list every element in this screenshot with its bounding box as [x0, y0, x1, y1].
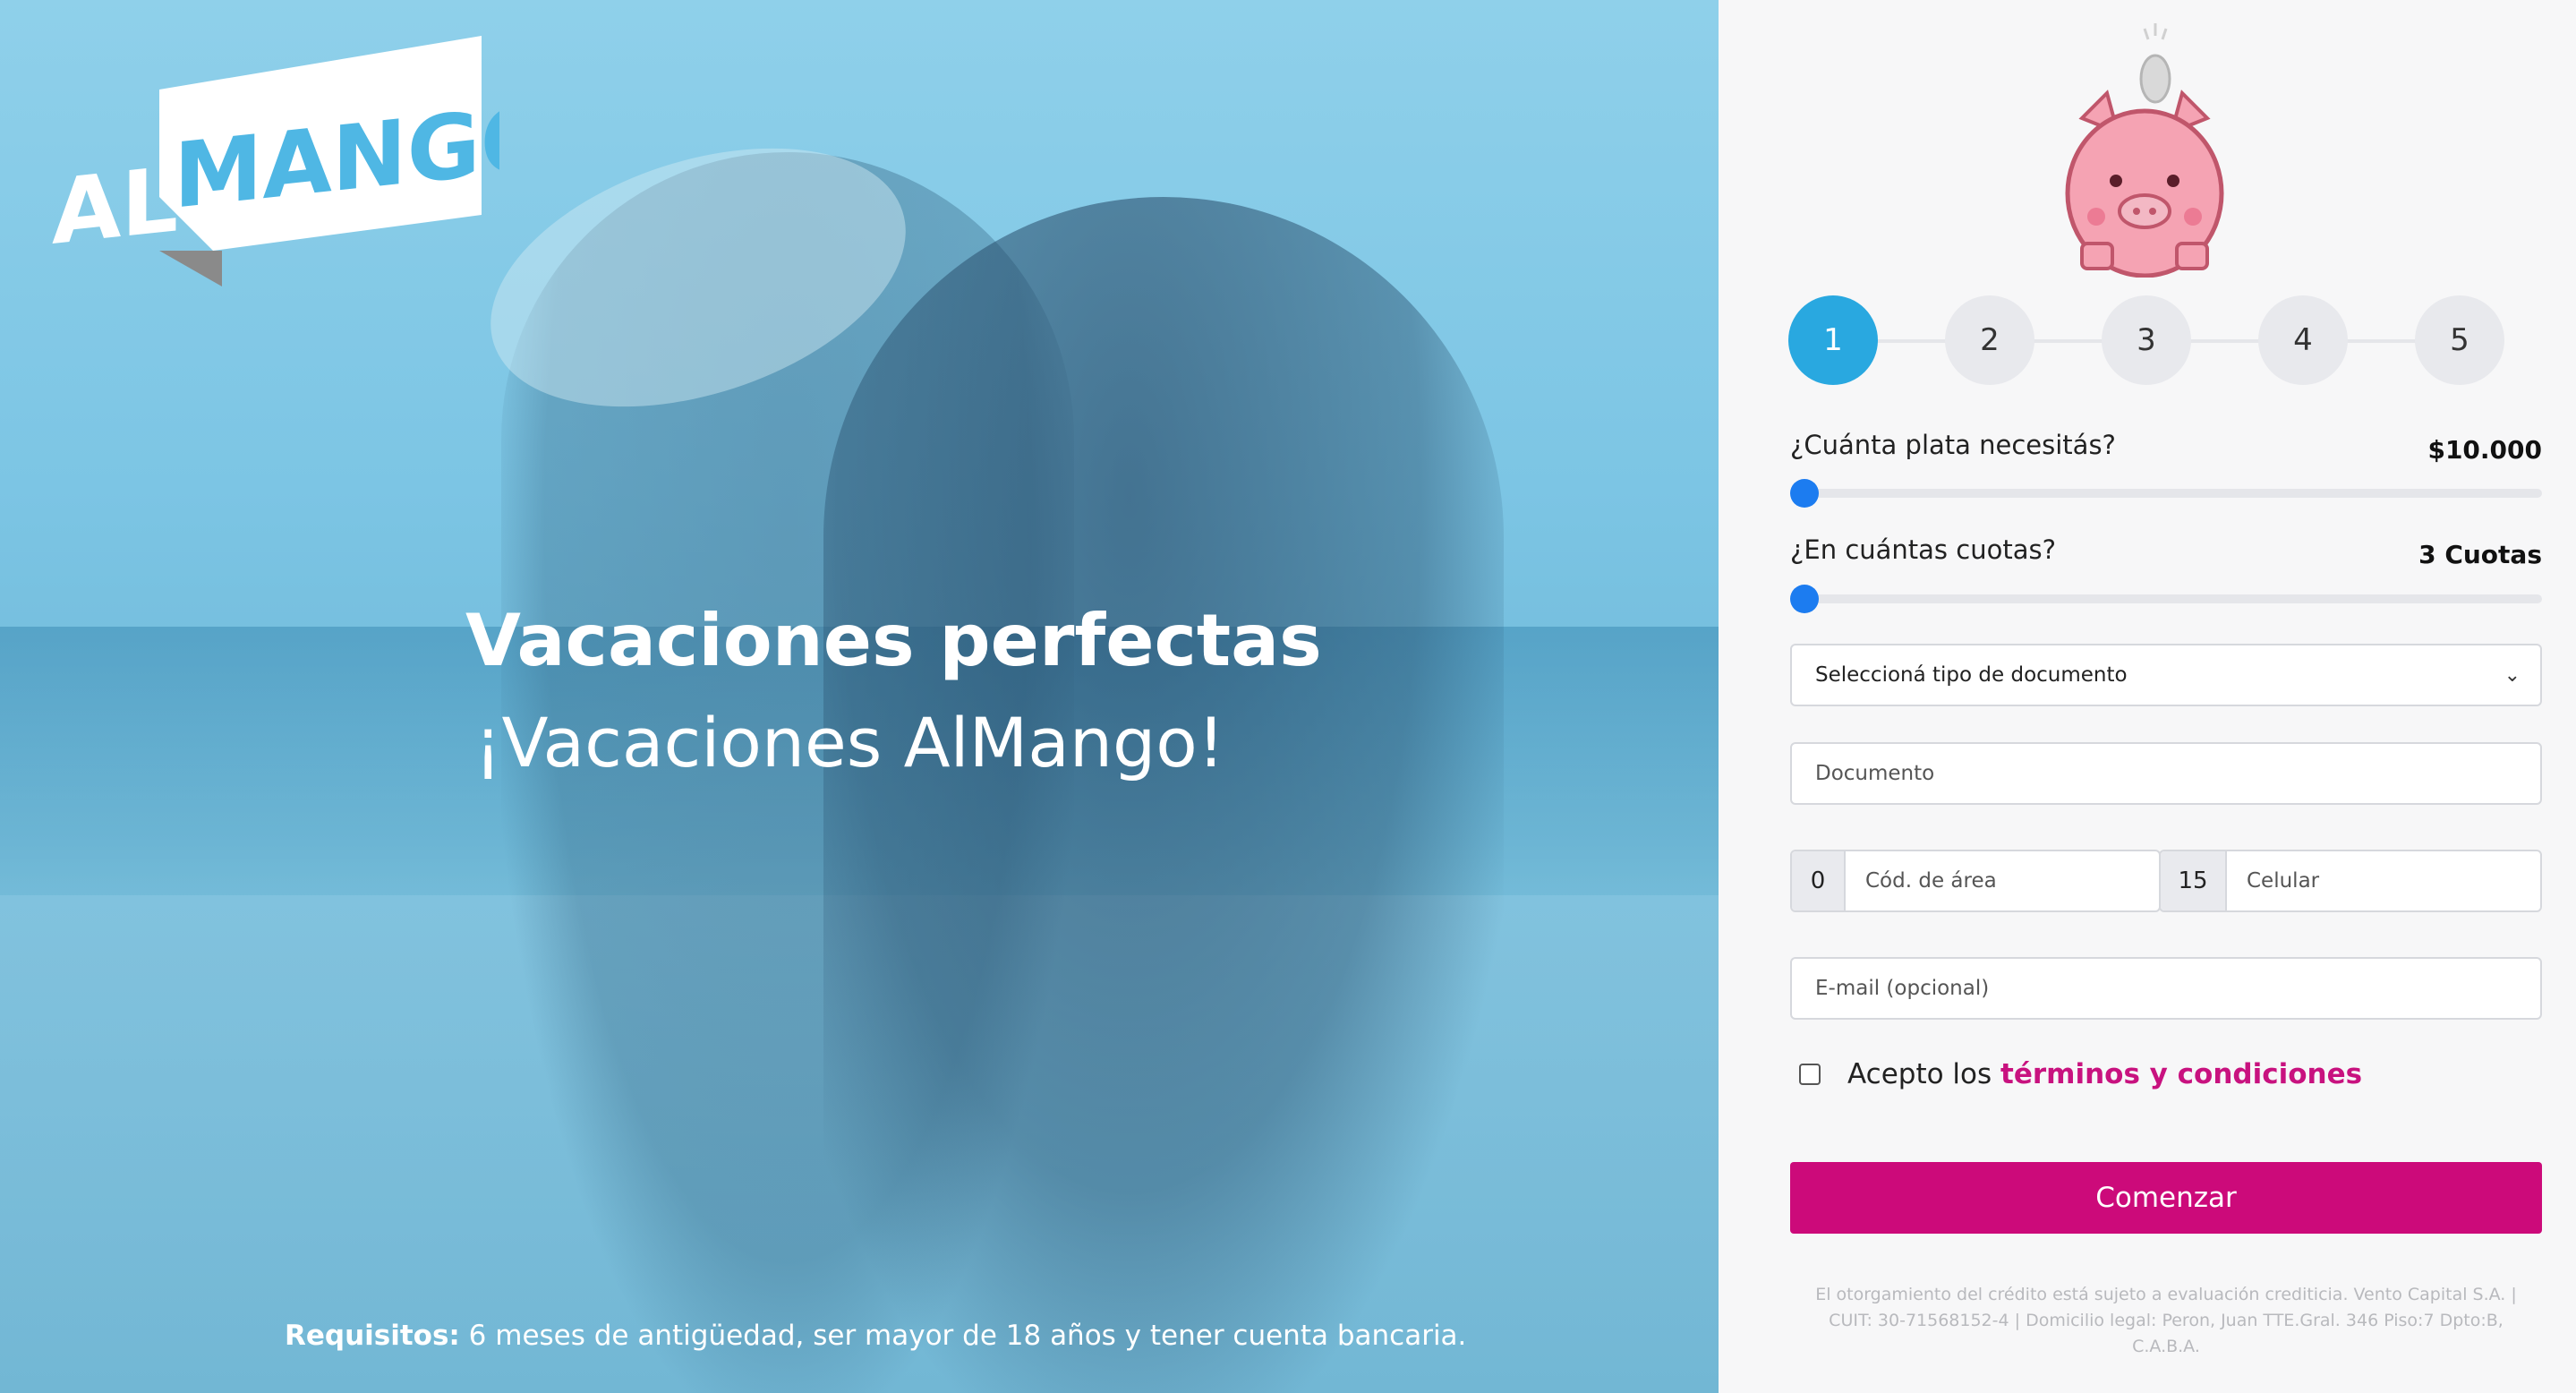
amount-value: $10.000 [2427, 435, 2542, 465]
installments-label: ¿En cuántas cuotas? [1790, 534, 2056, 565]
step-5[interactable]: 5 [2415, 295, 2504, 385]
area-code-prefix: 0 [1792, 851, 1846, 910]
amount-label: ¿Cuánta plata necesitás? [1790, 430, 2116, 460]
piggy-bank-icon [2065, 23, 2224, 278]
step-2[interactable]: 2 [1945, 295, 2034, 385]
document-input[interactable]: Documento [1790, 742, 2542, 805]
step-3[interactable]: 3 [2102, 295, 2191, 385]
application-panel: 1 2 3 4 5 ¿Cuánta plata necesitás? $10.0… [1719, 0, 2576, 1393]
step-4[interactable]: 4 [2258, 295, 2348, 385]
installments-slider-thumb[interactable] [1790, 585, 1819, 613]
progress-steps: 1 2 3 4 5 [1788, 295, 2504, 385]
amount-slider[interactable] [1790, 479, 2542, 508]
chevron-down-icon: ⌄ [2503, 663, 2521, 687]
document-type-text: Seleccioná tipo de documento [1815, 663, 2128, 687]
document-type-select[interactable]: Seleccioná tipo de documento ⌄ [1790, 644, 2542, 706]
area-code-field[interactable]: 0 Cód. de área [1790, 850, 2161, 912]
hero-title: Vacaciones perfectas [465, 599, 1322, 682]
requirements-text: 6 meses de antigüedad, ser mayor de 18 a… [459, 1320, 1467, 1352]
requirements-label: Requisitos: [285, 1320, 460, 1352]
almango-logo[interactable]: AL MANGO [52, 36, 499, 304]
hero-person-man [823, 197, 1504, 1393]
legal-line-3: C.A.B.A. [2132, 1337, 2200, 1356]
email-placeholder: E-mail (opcional) [1815, 977, 1990, 1000]
legal-line-1: El otorgamiento del crédito está sujeto … [1815, 1285, 2517, 1304]
requirements-note: Requisitos: 6 meses de antigüedad, ser m… [285, 1320, 1538, 1352]
terms-link[interactable]: términos y condiciones [2000, 1058, 2362, 1090]
hero-section: AL MANGO Vacaciones perfectas ¡Vacacione… [0, 0, 1719, 1393]
logo-al-text: AL [52, 147, 178, 265]
terms-checkbox[interactable] [1799, 1064, 1821, 1085]
hero-subtitle: ¡Vacaciones AlMango! [474, 703, 1225, 782]
legal-line-2: CUIT: 30-71568152-4 | Domicilio legal: P… [1829, 1311, 2503, 1330]
installments-value: 3 Cuotas [2418, 540, 2542, 569]
document-placeholder: Documento [1815, 762, 1935, 785]
phone-field[interactable]: 15 Celular [2159, 850, 2542, 912]
terms-row: Acepto los términos y condiciones [1799, 1058, 2362, 1090]
email-input[interactable]: E-mail (opcional) [1790, 957, 2542, 1020]
start-button[interactable]: Comenzar [1790, 1162, 2542, 1234]
phone-placeholder: Celular [2247, 869, 2320, 893]
step-1[interactable]: 1 [1788, 295, 1878, 385]
area-code-placeholder: Cód. de área [1865, 869, 1997, 893]
terms-prefix: Acepto los [1847, 1058, 2001, 1090]
phone-prefix: 15 [2161, 851, 2227, 910]
legal-disclaimer: El otorgamiento del crédito está sujeto … [1790, 1282, 2542, 1360]
amount-slider-thumb[interactable] [1790, 479, 1819, 508]
installments-slider[interactable] [1790, 585, 2542, 613]
terms-text: Acepto los términos y condiciones [1847, 1058, 2362, 1090]
